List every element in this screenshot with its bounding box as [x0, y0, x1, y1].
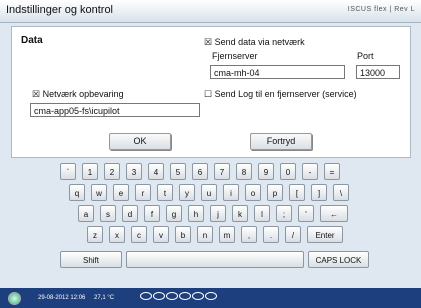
key-8[interactable]: 8	[236, 163, 252, 180]
storage-path-input[interactable]: cma-app05-fs\icupilot	[30, 103, 200, 117]
key-12[interactable]: =	[324, 163, 340, 180]
key-10[interactable]: '	[298, 205, 314, 222]
key-0[interactable]: `	[60, 163, 76, 180]
server-input[interactable]: cma-mh-04	[210, 65, 345, 79]
key-6[interactable]: j	[210, 205, 226, 222]
key-8[interactable]: o	[245, 184, 261, 201]
key-9[interactable]: /	[285, 226, 301, 243]
port-label: Port	[357, 51, 374, 61]
key-1[interactable]: w	[91, 184, 107, 201]
key-3[interactable]: f	[144, 205, 160, 222]
status-indicator-icons	[140, 292, 218, 302]
ok-button[interactable]: OK	[109, 133, 171, 150]
title-bar: Indstillinger og kontrol ISCUS flex | Re…	[0, 0, 421, 23]
send-network-checkbox[interactable]: ☒	[204, 37, 212, 47]
key-0[interactable]: q	[69, 184, 85, 201]
key-1[interactable]: x	[109, 226, 125, 243]
brand-label: ISCUS flex | Rev L	[347, 6, 415, 13]
cancel-button[interactable]: Fortryd	[250, 133, 312, 150]
key-7[interactable]: k	[232, 205, 248, 222]
key-6[interactable]: m	[219, 226, 235, 243]
key-2[interactable]: d	[122, 205, 138, 222]
key-11[interactable]: ]	[311, 184, 327, 201]
key-4[interactable]: b	[175, 226, 191, 243]
key-10[interactable]: Enter	[307, 226, 343, 243]
window-title: Indstillinger og kontrol	[6, 4, 114, 16]
key-10[interactable]: 0	[280, 163, 296, 180]
key-9[interactable]: 9	[258, 163, 274, 180]
key-5[interactable]: y	[179, 184, 195, 201]
key-3[interactable]: v	[153, 226, 169, 243]
key-3[interactable]: r	[135, 184, 151, 201]
key-9[interactable]: ;	[276, 205, 292, 222]
key-2[interactable]: e	[113, 184, 129, 201]
key-4[interactable]: t	[157, 184, 173, 201]
indicator-icon	[179, 292, 191, 300]
status-bar: 29-08-2012 12:06 27,1 °C	[0, 288, 421, 308]
keyboard-row-5: Shift CAPS LOCK	[52, 251, 369, 270]
key-6[interactable]: u	[201, 184, 217, 201]
key-7[interactable]: i	[223, 184, 239, 201]
send-network-checkbox-row[interactable]: ☒ Send data via netværk	[204, 37, 305, 48]
key-4[interactable]: 4	[148, 163, 164, 180]
key-5[interactable]: n	[197, 226, 213, 243]
status-temperature: 27,1 °C	[94, 295, 115, 301]
port-input[interactable]: 13000	[356, 65, 400, 79]
network-storage-checkbox[interactable]: ☒	[32, 89, 40, 99]
key-8[interactable]: .	[263, 226, 279, 243]
indicator-icon	[140, 292, 152, 300]
key-0[interactable]: z	[87, 226, 103, 243]
indicator-icon	[153, 292, 165, 300]
settings-panel: Data ☒ Send data via netværk Fjernserver…	[11, 26, 411, 158]
onscreen-keyboard: ` 1 2 3 4 5 6 7 8 9 0- = q w e r t y u i o p [] \ a s d f g h j k l; ' ←…	[52, 159, 369, 283]
key-7[interactable]: ,	[241, 226, 257, 243]
space-key[interactable]	[126, 251, 304, 268]
key-5[interactable]: 5	[170, 163, 186, 180]
data-heading: Data	[21, 35, 43, 46]
indicator-icon	[192, 292, 204, 300]
key-8[interactable]: l	[254, 205, 270, 222]
send-log-label: Send Log til en fjernserver (service)	[214, 89, 357, 99]
key-5[interactable]: h	[188, 205, 204, 222]
key-4[interactable]: g	[166, 205, 182, 222]
key-1[interactable]: s	[100, 205, 116, 222]
key-3[interactable]: 3	[126, 163, 142, 180]
key-2[interactable]: c	[131, 226, 147, 243]
key-7[interactable]: 7	[214, 163, 230, 180]
send-network-label: Send data via netværk	[214, 37, 305, 47]
indicator-icon	[205, 292, 217, 300]
key-0[interactable]: a	[78, 205, 94, 222]
indicator-icon	[166, 292, 178, 300]
key-9[interactable]: p	[267, 184, 283, 201]
send-log-checkbox-row[interactable]: ☐ Send Log til en fjernserver (service)	[204, 89, 357, 100]
key-2[interactable]: 2	[104, 163, 120, 180]
key-11[interactable]: ←	[320, 205, 348, 222]
key-10[interactable]: [	[289, 184, 305, 201]
key-1[interactable]: 1	[82, 163, 98, 180]
network-storage-label: Netværk opbevaring	[42, 89, 124, 99]
system-logo-icon	[8, 292, 21, 305]
status-datetime: 29-08-2012 12:06	[38, 295, 86, 301]
shift-key[interactable]: Shift	[60, 251, 122, 268]
caps-lock-key[interactable]: CAPS LOCK	[308, 251, 369, 268]
network-storage-checkbox-row[interactable]: ☒ Netværk opbevaring	[32, 89, 124, 100]
server-label: Fjernserver	[212, 51, 258, 61]
send-log-checkbox[interactable]: ☐	[204, 89, 212, 99]
key-11[interactable]: -	[302, 163, 318, 180]
key-12[interactable]: \	[333, 184, 349, 201]
key-6[interactable]: 6	[192, 163, 208, 180]
